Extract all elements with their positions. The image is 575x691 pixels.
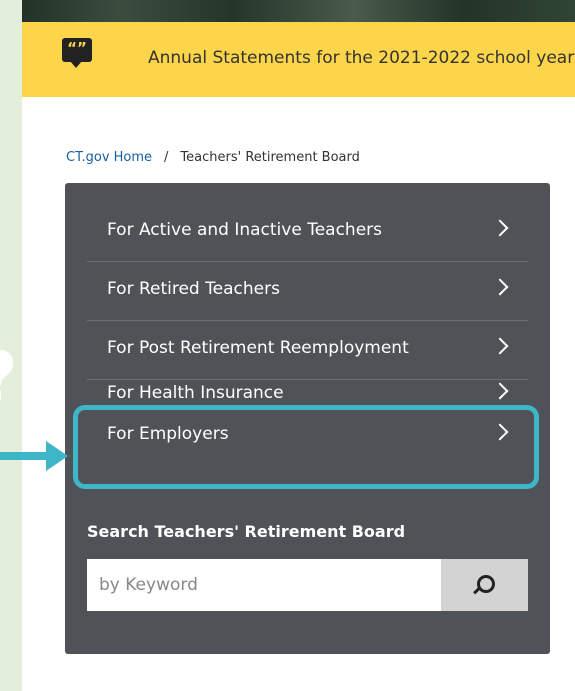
banner-text[interactable]: Annual Statements for the 2021-2022 scho… xyxy=(148,48,574,68)
partial-glyph-decoration: ? xyxy=(0,350,20,400)
chevron-right-icon xyxy=(491,382,509,400)
chevron-right-icon xyxy=(491,337,509,355)
search-button[interactable] xyxy=(441,559,528,611)
nav-item-post-retirement-reemployment[interactable]: For Post Retirement Reemployment xyxy=(87,321,528,380)
chevron-right-icon xyxy=(491,278,509,296)
employers-highlight-box xyxy=(73,405,539,489)
left-background-strip xyxy=(0,0,22,691)
breadcrumb-current: Teachers' Retirement Board xyxy=(180,150,360,165)
breadcrumb-home-link[interactable]: CT.gov Home xyxy=(66,150,152,165)
search-input[interactable] xyxy=(87,559,441,611)
nav-item-label: For Retired Teachers xyxy=(107,279,280,299)
nav-item-retired-teachers[interactable]: For Retired Teachers xyxy=(87,262,528,321)
search-title: Search Teachers' Retirement Board xyxy=(87,522,406,541)
pointer-arrow-shaft xyxy=(0,452,52,460)
nav-item-label: For Health Insurance xyxy=(107,383,284,403)
quote-icon: “” xyxy=(62,38,92,68)
chevron-right-icon xyxy=(491,219,509,237)
nav-item-label: For Post Retirement Reemployment xyxy=(107,338,409,358)
breadcrumb: CT.gov Home / Teachers' Retirement Board xyxy=(66,150,360,165)
search-icon xyxy=(477,575,495,593)
announcement-banner[interactable]: “” Annual Statements for the 2021-2022 s… xyxy=(22,22,575,97)
arrow-right-icon xyxy=(46,441,68,471)
nav-item-health-insurance[interactable]: For Health Insurance xyxy=(87,380,528,407)
nav-item-label: For Active and Inactive Teachers xyxy=(107,220,383,240)
breadcrumb-separator: / xyxy=(164,150,169,165)
nav-item-active-inactive-teachers[interactable]: For Active and Inactive Teachers xyxy=(87,203,528,262)
header-photo-strip xyxy=(22,0,575,22)
